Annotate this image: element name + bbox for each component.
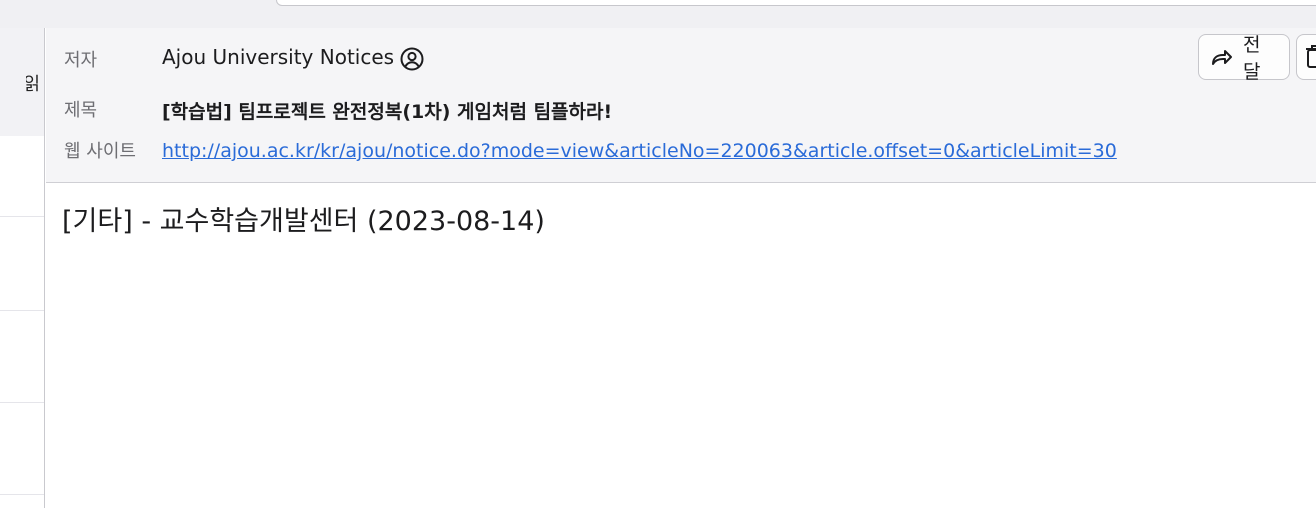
message-list-pane: 읽	[0, 28, 45, 508]
website-link[interactable]: http://ajou.ac.kr/kr/ajou/notice.do?mode…	[162, 140, 1117, 162]
list-row-divider	[0, 402, 44, 403]
list-row-divider	[0, 494, 44, 495]
forward-label: 전달	[1243, 34, 1261, 83]
message-list-header: 읽	[0, 28, 44, 137]
top-toolbar	[0, 0, 1316, 28]
from-label: 저자	[64, 50, 98, 71]
message-header: 저자 Ajou University Notices 제목 [학습법] 팀프로젝…	[46, 28, 1316, 183]
partial-column-label: 읽	[26, 74, 40, 95]
list-row-divider	[0, 310, 44, 311]
trash-icon	[1305, 44, 1316, 70]
body-text: [기타] - 교수학습개발센터 (2023-08-14)	[62, 206, 545, 237]
sender-name[interactable]: Ajou University Notices	[162, 45, 394, 69]
from-value[interactable]: Ajou University Notices	[162, 45, 424, 71]
message-list[interactable]	[0, 136, 44, 508]
message-body: [기타] - 교수학습개발센터 (2023-08-14)	[46, 183, 1316, 508]
website-label: 웹 사이트	[64, 141, 136, 162]
subject-value: [학습법] 팀프로젝트 완전정복(1차) 게임처럼 팀플하라!	[162, 101, 613, 123]
forward-button[interactable]: 전달	[1198, 34, 1290, 83]
more-actions-button[interactable]	[1296, 34, 1316, 80]
contact-person-icon[interactable]	[400, 47, 424, 71]
subject-label: 제목	[64, 100, 98, 121]
forward-arrow-icon	[1211, 47, 1233, 67]
search-field-edge[interactable]	[276, 0, 1316, 6]
list-row-divider	[0, 216, 44, 217]
website-value: http://ajou.ac.kr/kr/ajou/notice.do?mode…	[162, 138, 1117, 162]
